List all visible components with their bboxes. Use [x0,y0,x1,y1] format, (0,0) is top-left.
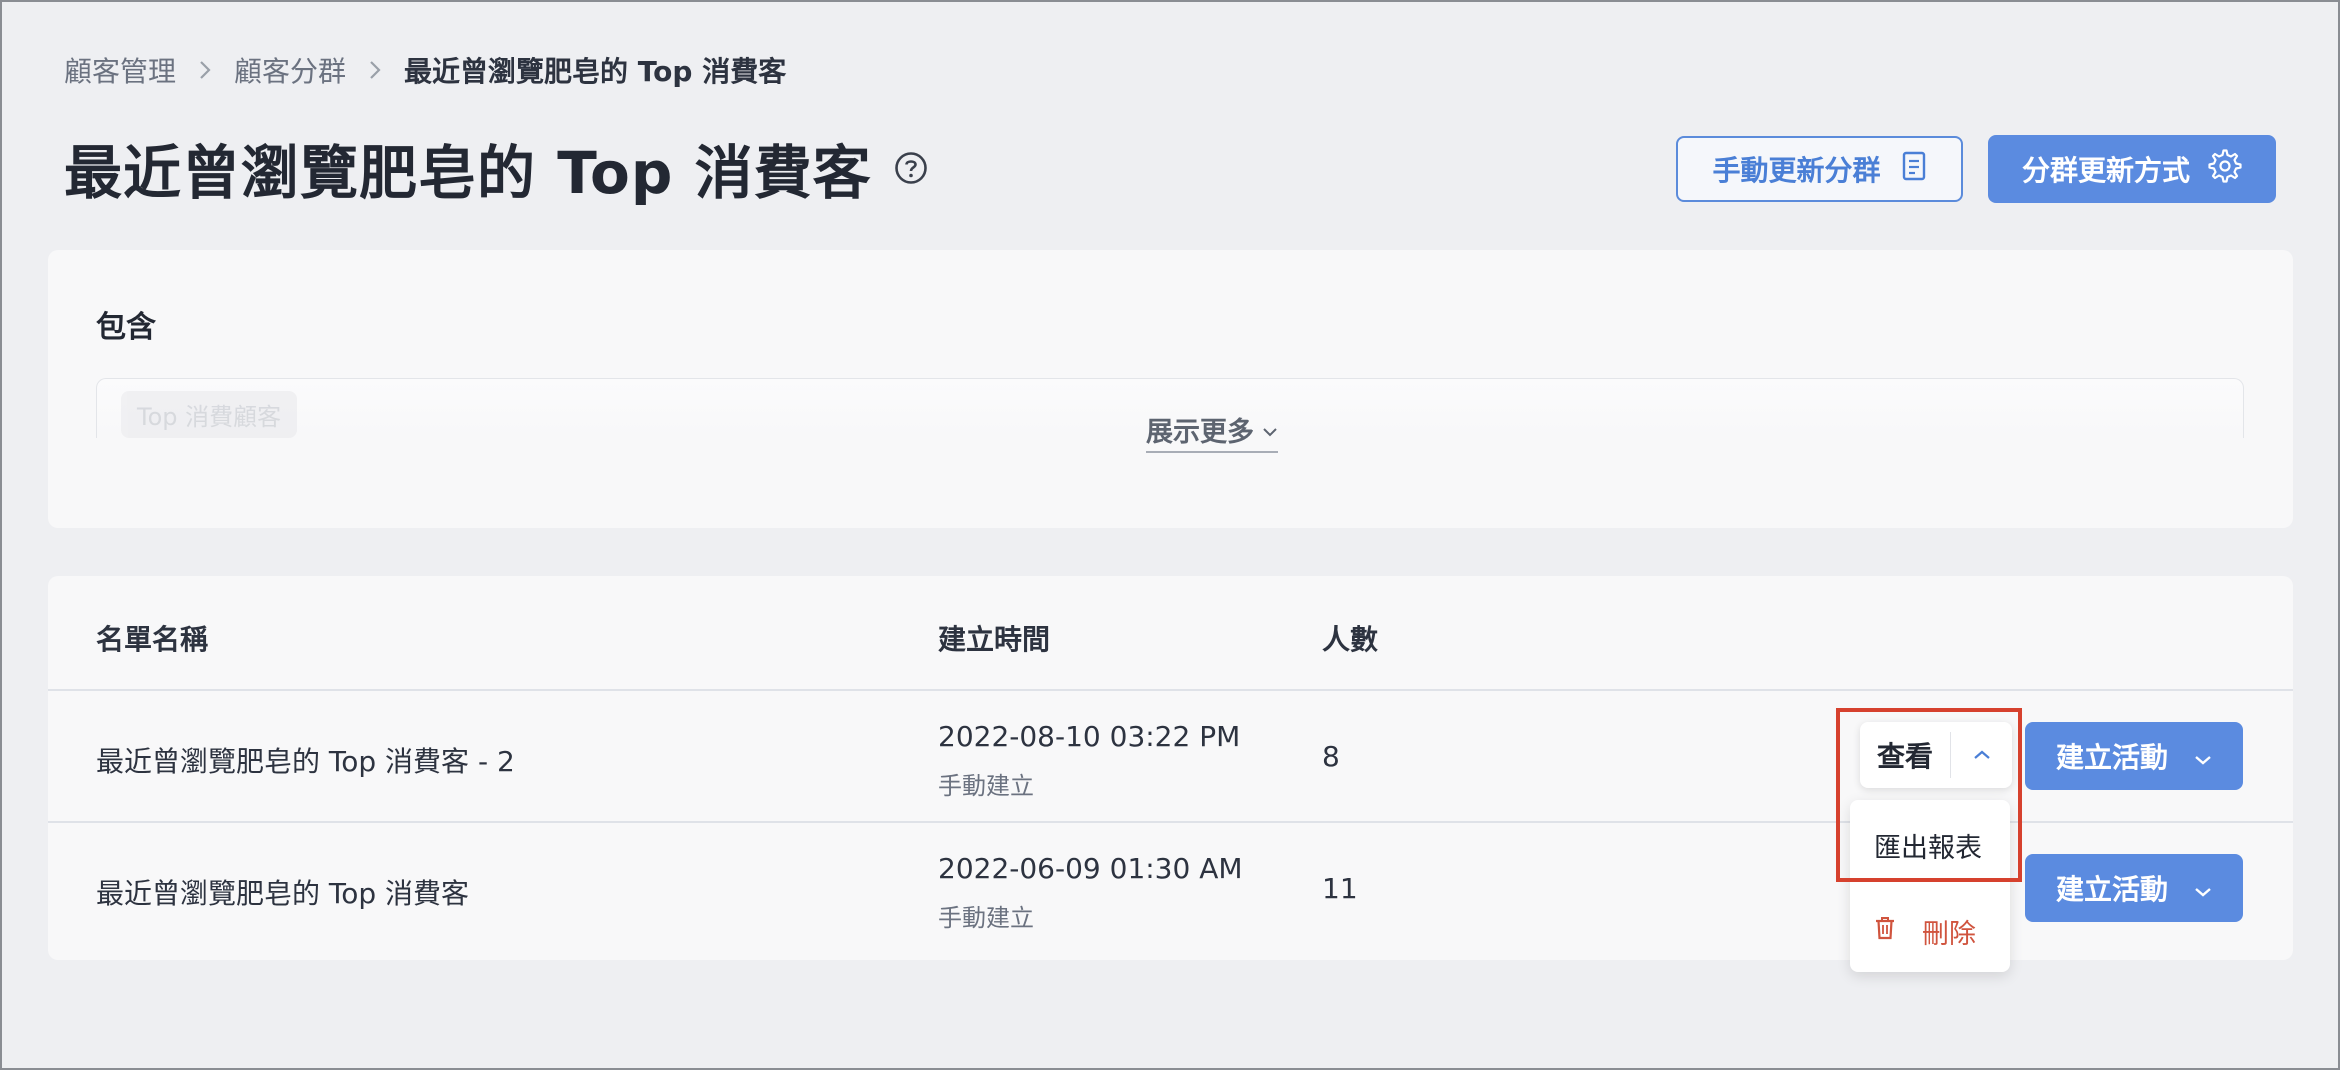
create-campaign-label: 建立活動 [2055,873,2168,906]
row-1-create-campaign-button[interactable]: 建立活動 [2025,722,2243,790]
chevron-down-icon [2194,872,2212,905]
row-1-count: 8 [1322,740,1340,773]
clipboard-icon [1901,150,1927,189]
row-2-count: 11 [1322,872,1358,905]
row-2-create-campaign-button[interactable]: 建立活動 [2025,854,2243,922]
breadcrumb-current: 最近曾瀏覽肥皂的 Top 消費客 [404,55,787,88]
row-2-created-time: 2022-06-09 01:30 AM [938,852,1243,885]
row-2-created-by: 手動建立 [938,904,1034,932]
chevron-up-icon[interactable] [1951,749,2012,761]
gear-icon [2208,148,2242,190]
column-header-created: 建立時間 [938,623,1051,656]
show-more-label: 展示更多 [1146,417,1254,448]
include-title: 包含 [96,310,156,345]
delete-label: 刪除 [1922,919,1976,950]
chevron-down-icon [1262,414,1278,445]
view-button[interactable]: 查看 [1860,735,1950,775]
chevron-down-icon [2194,740,2212,773]
column-header-name: 名單名稱 [96,623,209,656]
chevron-right-icon [198,59,212,81]
row-1-created-time: 2022-08-10 03:22 PM [938,720,1241,753]
column-header-count: 人數 [1322,623,1379,656]
breadcrumb-item-customer-management[interactable]: 顧客管理 [64,50,176,90]
row-2-name: 最近曾瀏覽肥皂的 Top 消費客 [96,877,470,910]
page-title-row: 最近曾瀏覽肥皂的 Top 消費客 [64,126,928,210]
chevron-right-icon [368,59,382,81]
create-campaign-label: 建立活動 [2055,741,2168,774]
breadcrumb-item-segments[interactable]: 顧客分群 [234,50,346,90]
page-title: 最近曾瀏覽肥皂的 Top 消費客 [64,139,872,207]
header-divider [48,689,2293,691]
manual-update-label: 手動更新分群 [1712,154,1881,187]
row-1-view-split-button[interactable]: 查看 [1860,722,2012,788]
breadcrumb: 顧客管理 顧客分群 最近曾瀏覽肥皂的 Top 消費客 [64,50,786,90]
help-icon[interactable] [894,151,928,185]
row-1-created-by: 手動建立 [938,772,1034,800]
segment-tag: Top 消費顧客 [121,391,298,438]
export-report-menu-item[interactable]: 匯出報表 [1874,826,1982,865]
segment-update-method-button[interactable]: 分群更新方式 [1988,135,2276,203]
show-more-link[interactable]: 展示更多 [1146,410,1278,453]
delete-menu-item[interactable]: 刪除 [1874,912,1976,951]
view-dropdown-menu: 匯出報表 刪除 [1850,800,2010,972]
trash-icon [1874,915,1896,948]
update-method-label: 分群更新方式 [2021,154,2190,187]
row-1-name: 最近曾瀏覽肥皂的 Top 消費客 - 2 [96,745,515,778]
manual-update-segment-button[interactable]: 手動更新分群 [1676,136,1963,202]
include-card: 包含 Top 消費顧客 展示更多 [48,250,2293,528]
